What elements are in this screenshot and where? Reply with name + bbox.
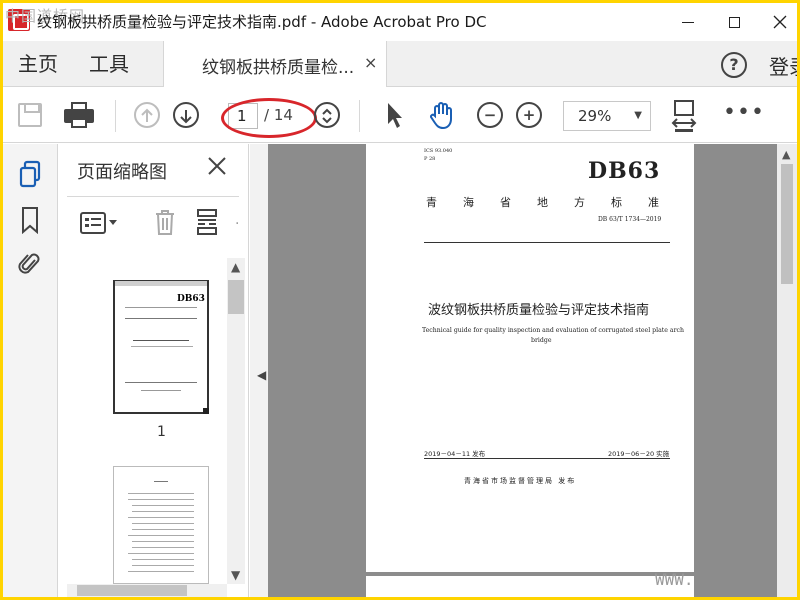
acrobat-window: 中国道桥网 纹钢板拱桥质量检验与评定技术指南.pdf - Adobe Acrob…: [3, 3, 797, 597]
thumbnail-options-icon[interactable]: [79, 210, 119, 236]
previous-page-icon[interactable]: [134, 102, 160, 128]
chevron-down-icon: ▼: [634, 110, 642, 121]
document-canvas[interactable]: ICS 93.040 P 28 DB63 青海省地方标准 DB 63/T 173…: [268, 144, 777, 597]
print-icon[interactable]: [64, 102, 94, 128]
scroll-down-icon[interactable]: ▼: [231, 568, 240, 582]
implement-date: 2019－06－20 实施: [608, 450, 670, 458]
minimize-button[interactable]: [665, 3, 711, 41]
window-title: 纹钢板拱桥质量检验与评定技术指南.pdf - Adobe Acrobat Pro…: [37, 13, 487, 31]
select-cursor-icon[interactable]: [382, 100, 406, 130]
thumbnail-more-icon[interactable]: ·: [235, 216, 239, 232]
thumbnail-page-number: 1: [157, 424, 166, 440]
toolbar-divider: [115, 100, 116, 132]
panel-close-button[interactable]: [207, 154, 227, 182]
tab-tools[interactable]: 工具: [89, 41, 129, 87]
close-icon: [773, 15, 787, 29]
maximize-icon: [728, 16, 740, 28]
scrollbar-thumb[interactable]: [77, 585, 187, 596]
minimize-icon: [682, 21, 694, 23]
tab-document[interactable]: 纹钢板拱桥质量检... ×: [163, 41, 387, 87]
document-page-2: [366, 576, 694, 597]
document-vertical-scrollbar[interactable]: ▲: [777, 144, 797, 597]
main-toolbar: / 14 − + 29% ▼ •••: [3, 88, 797, 143]
scroll-up-icon[interactable]: ▲: [782, 148, 790, 161]
tab-close-button[interactable]: ×: [364, 53, 377, 72]
save-icon[interactable]: [18, 103, 42, 127]
page-thumbnails-icon[interactable]: [18, 160, 42, 188]
panel-divider: [67, 196, 239, 197]
page-highlight-annotation: [221, 98, 317, 138]
title-bar: 中国道桥网 纹钢板拱桥质量检验与评定技术指南.pdf - Adobe Acrob…: [3, 3, 797, 41]
scrollbar-thumb[interactable]: [781, 164, 793, 284]
collapse-panel-icon[interactable]: ◀: [257, 368, 266, 382]
thumbnails-horizontal-scrollbar[interactable]: [67, 584, 227, 597]
thumbnails-vertical-scrollbar[interactable]: ▲ ▼: [227, 258, 245, 584]
header-rule: [424, 242, 670, 243]
maximize-button[interactable]: [711, 3, 757, 41]
delete-page-icon[interactable]: [154, 208, 176, 236]
scroll-mode-icon[interactable]: [314, 102, 340, 128]
document-title-en-continued: bridge: [531, 337, 552, 344]
zoom-out-icon[interactable]: −: [477, 102, 503, 128]
more-tools-icon[interactable]: •••: [723, 100, 765, 130]
province-standard-label: 青海省地方标准: [426, 196, 685, 209]
issue-date: 2019－04－11 发布: [424, 450, 486, 458]
date-rule: [424, 458, 670, 459]
zoom-in-icon[interactable]: +: [516, 102, 542, 128]
bookmark-icon[interactable]: [18, 206, 42, 235]
navigation-rail: [3, 144, 58, 597]
close-window-button[interactable]: [757, 3, 797, 41]
panel-title: 页面缩略图: [77, 162, 167, 183]
scroll-up-icon[interactable]: ▲: [231, 260, 240, 274]
standard-logo: DB63: [588, 158, 661, 184]
watermark-bottom: WWW.: [655, 570, 694, 589]
publisher: 青海省市场监督管理局 发布: [464, 477, 577, 485]
next-page-icon[interactable]: [173, 102, 199, 128]
attachment-icon[interactable]: [18, 250, 42, 278]
tab-document-label: 纹钢板拱桥质量检...: [202, 58, 355, 78]
p-code: P 28: [424, 156, 436, 162]
document-area: ◀ ICS 93.040 P 28 DB63 青海省地方标准 DB 63/T 1…: [250, 144, 797, 597]
standard-number: DB 63/T 1734—2019: [598, 216, 662, 223]
document-page-1: ICS 93.040 P 28 DB63 青海省地方标准 DB 63/T 173…: [366, 144, 694, 572]
tab-home[interactable]: 主页: [18, 41, 58, 87]
thumbnail-page-2[interactable]: [113, 466, 209, 584]
zoom-level-select[interactable]: 29% ▼: [563, 101, 651, 131]
tab-bar: 主页 工具 纹钢板拱桥质量检... × ? 登录: [3, 41, 797, 87]
help-icon[interactable]: ?: [721, 52, 747, 78]
signin-button[interactable]: 登录: [769, 51, 797, 80]
document-title-en: Technical guide for quality inspection a…: [422, 327, 685, 334]
ics-code: ICS 93.040: [424, 148, 453, 154]
document-title-cn: 波纹钢板拱桥质量检验与评定技术指南: [428, 303, 650, 318]
scrollbar-thumb[interactable]: [228, 280, 244, 314]
toolbar-divider: [359, 100, 360, 132]
hand-tool-icon[interactable]: [427, 100, 457, 130]
thumbnail-page-1[interactable]: DB63: [113, 280, 209, 414]
thumbnail-logo: DB63: [177, 294, 205, 304]
zoom-level-value: 29%: [578, 107, 612, 125]
fit-page-icon[interactable]: [671, 99, 697, 133]
close-icon: [208, 157, 226, 175]
thumbnails-panel: 页面缩略图 · DB63 1 ▲ ▼: [59, 144, 249, 597]
extract-page-icon[interactable]: [195, 208, 219, 236]
